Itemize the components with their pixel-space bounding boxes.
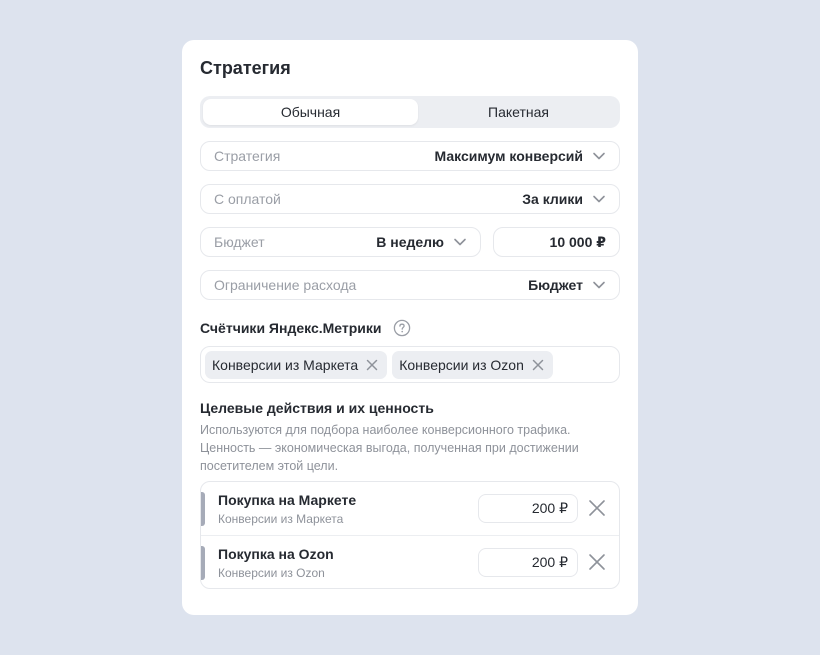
spend-limit-label: Ограничение расхода [214, 277, 357, 293]
payment-label: С оплатой [214, 191, 281, 207]
chevron-down-icon [592, 149, 606, 163]
mode-switch: Обычная Пакетная [200, 96, 620, 128]
chevron-down-icon [453, 235, 467, 249]
chip-label: Конверсии из Ozon [399, 356, 524, 373]
strategy-card: Стратегия Обычная Пакетная Стратегия Мак… [182, 40, 638, 615]
card-title: Стратегия [200, 58, 291, 78]
goal-source: Конверсии из Ozon [218, 566, 325, 580]
goal-accent-bar [201, 546, 205, 580]
tab-regular[interactable]: Обычная [203, 99, 418, 125]
goal-source: Конверсии из Маркета [218, 512, 344, 526]
strategy-label: Стратегия [214, 148, 281, 164]
goal-value-input[interactable]: 200 ₽ [478, 548, 578, 577]
chip-ozon-conversions: Конверсии из Ozon [392, 350, 553, 379]
goal-value-input[interactable]: 200 ₽ [478, 494, 578, 523]
budget-amount-value: 10 000 ₽ [549, 233, 606, 250]
close-icon[interactable] [588, 553, 606, 571]
tab-package[interactable]: Пакетная [420, 99, 617, 125]
spend-limit-value: Бюджет [528, 277, 583, 293]
metrics-section-title: Счётчики Яндекс.Метрики [200, 319, 411, 337]
goals-section-title: Целевые действия и их ценность [200, 400, 434, 416]
goal-name: Покупка на Ozon [218, 546, 334, 562]
budget-amount-input[interactable]: 10 000 ₽ [493, 227, 620, 257]
payment-select[interactable]: С оплатой За клики [200, 184, 620, 214]
close-icon[interactable] [532, 359, 544, 371]
budget-period-select[interactable]: Бюджет В неделю [200, 227, 481, 257]
chip-market-conversions: Конверсии из Маркета [205, 350, 388, 379]
help-icon[interactable] [393, 319, 411, 337]
metrics-chips-field[interactable]: Конверсии из Маркета Конверсии из Ozon [200, 346, 620, 383]
goals-list: Покупка на Маркете Конверсии из Маркета … [200, 481, 620, 589]
chevron-down-icon [592, 278, 606, 292]
chevron-down-icon [592, 192, 606, 206]
budget-label: Бюджет [214, 234, 265, 250]
goal-name: Покупка на Маркете [218, 492, 357, 508]
goal-accent-bar [201, 492, 205, 526]
metrics-title: Счётчики Яндекс.Метрики [200, 320, 382, 336]
close-icon[interactable] [588, 499, 606, 517]
list-item: Покупка на Ozon Конверсии из Ozon 200 ₽ [201, 536, 619, 590]
spend-limit-select[interactable]: Ограничение расхода Бюджет [200, 270, 620, 300]
strategy-value: Максимум конверсий [434, 148, 583, 164]
payment-value: За клики [522, 191, 583, 207]
budget-period-value: В неделю [376, 234, 444, 250]
strategy-select[interactable]: Стратегия Максимум конверсий [200, 141, 620, 171]
close-icon[interactable] [366, 359, 378, 371]
list-item: Покупка на Маркете Конверсии из Маркета … [201, 482, 619, 536]
chip-label: Конверсии из Маркета [212, 356, 359, 373]
goals-description: Используются для подбора наиболее конвер… [200, 423, 579, 473]
